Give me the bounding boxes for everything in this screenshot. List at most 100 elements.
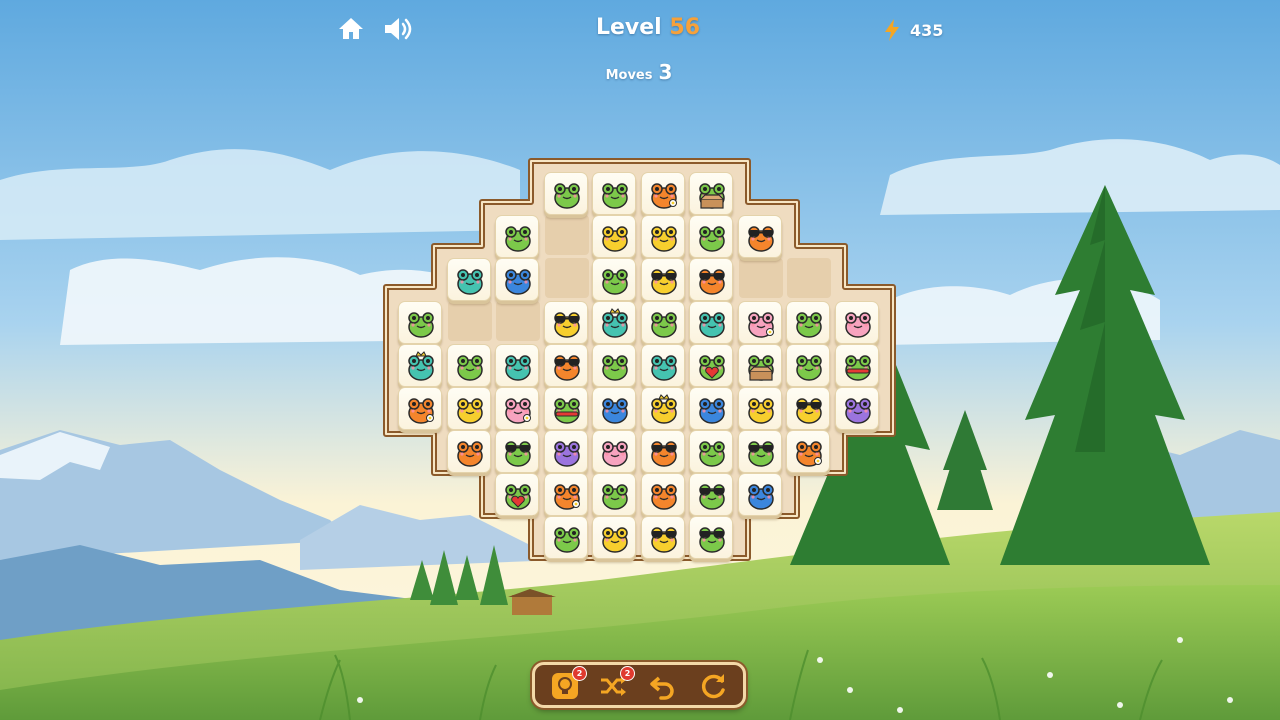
frog-tile[interactable] [786,387,830,430]
frog-pink-icon [602,441,628,467]
frog-tile[interactable] [495,258,539,301]
frog-tile[interactable] [495,430,539,473]
frog-tile[interactable] [689,344,733,387]
frog-tile[interactable] [641,258,685,301]
frog-tile[interactable] [641,387,685,430]
frog-tile[interactable] [398,387,442,430]
frog-tile[interactable] [641,516,685,559]
shuffle-button[interactable]: 2 [597,666,635,702]
frog-yellow-icon [651,226,677,252]
frog-tile[interactable] [495,473,539,516]
frog-greenglasses-icon [699,527,725,553]
frog-blue-icon [699,398,725,424]
frog-tealcrown-icon [408,351,434,381]
frog-yellow-icon [457,398,483,424]
frog-tile[interactable] [689,473,733,516]
frog-tile[interactable] [592,215,636,258]
frog-tile[interactable] [641,215,685,258]
frog-tile[interactable] [398,301,442,344]
frog-tile[interactable] [544,430,588,473]
frog-tile[interactable] [689,516,733,559]
frog-tile[interactable] [835,344,879,387]
frog-tile[interactable] [641,344,685,387]
frog-tile[interactable] [689,301,733,344]
energy-value: 435 [910,21,944,40]
frog-tile[interactable] [544,301,588,344]
frog-green-icon [699,441,725,467]
frog-tile[interactable] [689,387,733,430]
frog-tile[interactable] [592,430,636,473]
frog-tile[interactable] [592,344,636,387]
frog-tile[interactable] [592,387,636,430]
frog-teal-icon [699,312,725,338]
frog-tile[interactable] [592,258,636,301]
frog-tile[interactable] [641,172,685,215]
moves-counter: Moves 3 [0,60,1278,84]
frog-tile[interactable] [738,301,782,344]
frog-tile[interactable] [689,215,733,258]
frog-tile[interactable] [592,473,636,516]
level-number: 56 [669,15,701,40]
frog-tile[interactable] [592,516,636,559]
frog-purple-icon [554,441,580,467]
frog-teal-icon [651,355,677,381]
frog-pinkflower-icon [748,312,774,338]
frog-tile[interactable] [835,301,879,344]
frog-tile[interactable] [835,387,879,430]
frog-tile[interactable] [641,430,685,473]
frog-tile[interactable] [544,516,588,559]
frog-tile[interactable] [689,430,733,473]
frog-pinkflower-icon [505,398,531,424]
frog-tile[interactable] [447,430,491,473]
frog-tile[interactable] [495,387,539,430]
frog-tile[interactable] [495,344,539,387]
frog-yellow-icon [748,398,774,424]
frog-tile[interactable] [786,430,830,473]
frog-greenbox-icon [748,355,774,381]
frog-orangeflower-icon [408,398,434,424]
frog-tile[interactable] [738,430,782,473]
frog-yellow-icon [602,527,628,553]
frog-tile[interactable] [641,301,685,344]
frog-tile[interactable] [544,387,588,430]
frog-yellow-icon [602,226,628,252]
lightning-bolt-icon [885,19,899,41]
energy-counter: 435 [883,18,963,44]
restart-button[interactable] [697,670,729,702]
frog-tile[interactable] [447,387,491,430]
frog-tile[interactable] [544,172,588,215]
frog-tile[interactable] [786,344,830,387]
frog-tile[interactable] [786,301,830,344]
frog-blue-icon [748,484,774,510]
frog-tile[interactable] [447,344,491,387]
frog-tile[interactable] [495,215,539,258]
frog-greenglasses-icon [748,441,774,467]
frog-tile[interactable] [592,172,636,215]
frog-tile[interactable] [689,172,733,215]
undo-button[interactable] [647,670,679,702]
frog-tile[interactable] [447,258,491,301]
frog-redmush-icon [602,269,628,295]
frog-greenheart-icon [505,484,531,510]
frog-yellowglasses-icon [554,312,580,338]
frog-purple-icon [845,398,871,424]
frog-tile[interactable] [544,344,588,387]
frog-tile[interactable] [738,387,782,430]
frog-tile[interactable] [398,344,442,387]
frog-yellowcrown-icon [651,394,677,424]
frog-teal-icon [505,355,531,381]
frog-greenglasses-icon [699,484,725,510]
frog-redmush-icon [602,183,628,209]
frog-tile[interactable] [738,215,782,258]
frog-orangeglasses-icon [748,226,774,252]
frog-tile[interactable] [738,344,782,387]
frog-tile[interactable] [738,473,782,516]
frog-greenscarf-icon [845,355,871,381]
frog-tile[interactable] [689,258,733,301]
frog-tile[interactable] [592,301,636,344]
frog-tile[interactable] [641,473,685,516]
frog-green-icon [602,484,628,510]
frog-tile[interactable] [544,473,588,516]
frog-yellowglasses-icon [651,527,677,553]
hint-button[interactable]: 2 [549,666,587,702]
